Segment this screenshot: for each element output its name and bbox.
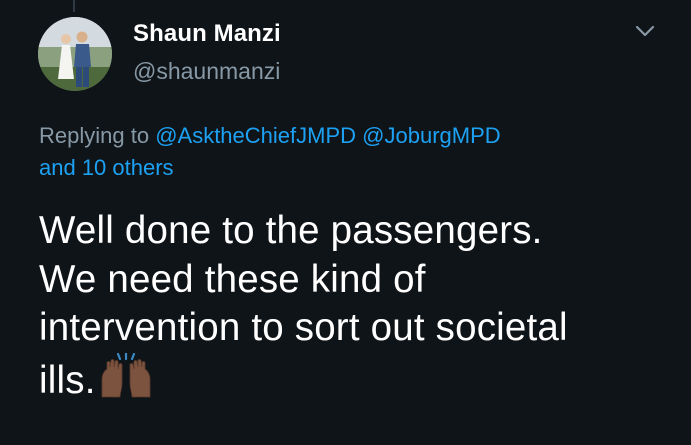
tweet-line: We need these kind of — [39, 257, 426, 301]
replying-to-line: Replying to @AsktheChiefJMPD @JoburgMPD … — [39, 120, 679, 184]
mention-askthechiefjmpd[interactable]: @AsktheChiefJMPD — [155, 123, 356, 148]
author-name[interactable]: Shaun Manzi — [133, 20, 281, 48]
avatar[interactable] — [38, 17, 112, 91]
raising-hands-dark-skin-tone-icon — [98, 352, 154, 399]
tweet-line: intervention to sort out societal — [39, 306, 568, 349]
thread-connector-line — [73, 0, 75, 12]
tweet-line-last: ills. — [39, 352, 679, 406]
chevron-down-icon[interactable] — [635, 24, 655, 38]
author-handle[interactable]: @shaunmanzi — [133, 58, 280, 85]
tweet-line: ills. — [39, 358, 96, 402]
tweet-text: Well done to the passengers. We need the… — [39, 207, 679, 405]
reply-others-link[interactable]: and 10 others — [39, 155, 174, 180]
replying-to-label: Replying to — [39, 123, 156, 148]
tweet-line: Well done to the passengers. — [39, 209, 543, 252]
mention-joburgmpd[interactable]: @JoburgMPD — [362, 123, 501, 148]
avatar-photo — [38, 17, 112, 91]
